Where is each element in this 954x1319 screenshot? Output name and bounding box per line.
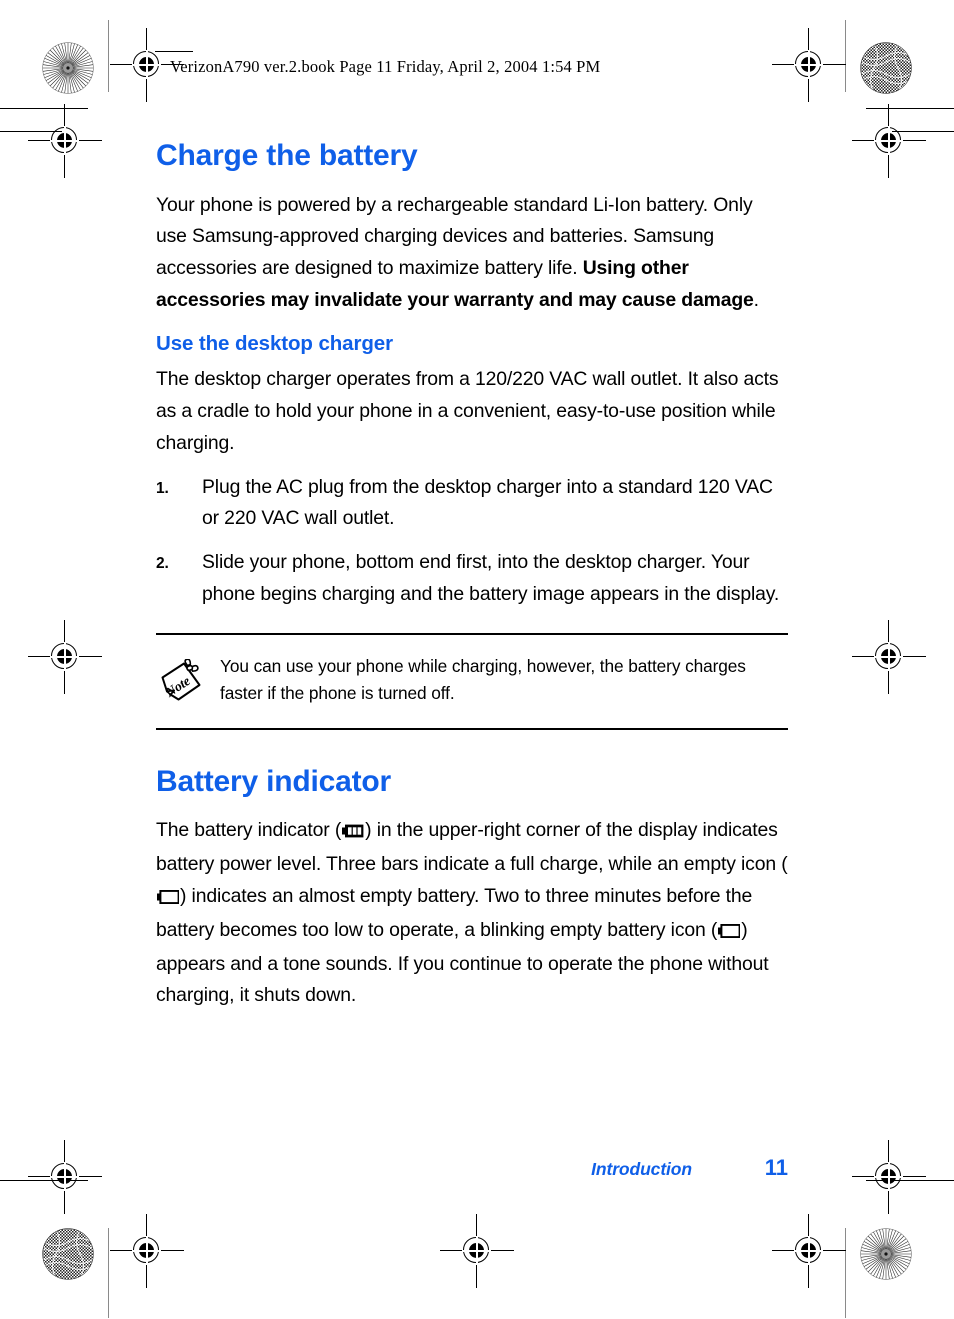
book-header-text: VerizonA790 ver.2.book Page 11 Friday, A…: [170, 57, 601, 76]
trim-line: [0, 108, 88, 110]
page-title: Charge the battery: [156, 139, 418, 172]
registration-target-icon: [28, 104, 102, 178]
color-rosette-icon: [860, 1228, 912, 1280]
procedure-steps: 1. Plug the AC plug from the desktop cha…: [156, 472, 788, 611]
registration-target-icon: [852, 1140, 926, 1214]
note-callout: Note You can use your phone while chargi…: [156, 632, 788, 730]
registration-target-icon: [28, 1140, 102, 1214]
section-heading-desktop-charger: Use the desktop charger: [156, 331, 393, 355]
footer-page-number: 11: [764, 1155, 788, 1180]
intro-paragraph: Your phone is powered by a rechargeable …: [156, 190, 788, 317]
step-text: Slide your phone, bottom end first, into…: [202, 551, 780, 606]
trim-line: [0, 1180, 88, 1182]
trim-line: [845, 20, 846, 92]
battery-empty-icon: [718, 917, 741, 949]
trim-line: [108, 1228, 109, 1318]
trim-line: [0, 131, 62, 133]
header-rule: [155, 51, 193, 53]
trim-line: [866, 1180, 954, 1182]
registration-target-icon: [772, 28, 846, 102]
registration-target-icon: [772, 1214, 846, 1288]
trim-line: [108, 20, 109, 92]
trim-line: [892, 131, 954, 133]
note-sticky-icon: Note: [156, 653, 212, 708]
step-text: Plug the AC plug from the desktop charge…: [202, 475, 773, 530]
registration-target-icon: [110, 1214, 184, 1288]
battery-full-icon: [342, 817, 364, 849]
registration-target-icon: [440, 1214, 514, 1288]
registration-target-icon: [852, 104, 926, 178]
step-number: 2.: [156, 555, 169, 573]
note-text: You can use your phone while charging, h…: [220, 655, 746, 704]
battery-text-part-1: The battery indicator (: [156, 819, 342, 842]
battery-empty-icon: [157, 883, 180, 915]
registration-target-icon: [110, 28, 184, 102]
section-heading-battery-indicator: Battery indicator: [156, 764, 391, 798]
color-rosette-icon: [860, 42, 912, 94]
registration-target-icon: [28, 620, 102, 694]
page-content: Charge the battery Your phone is powered…: [156, 140, 788, 1024]
list-item: 1. Plug the AC plug from the desktop cha…: [156, 472, 788, 536]
section-paragraph: The desktop charger operates from a 120/…: [156, 368, 779, 454]
registration-target-icon: [852, 620, 926, 694]
trim-line: [866, 108, 954, 110]
intro-tail: .: [753, 288, 759, 311]
color-rosette-icon: [42, 42, 94, 94]
step-number: 1.: [156, 479, 169, 497]
battery-text-part-3: ) indicates an almost empty battery. Two…: [156, 884, 753, 941]
footer-chapter-name: Introduction: [591, 1159, 692, 1179]
trim-line: [845, 1228, 846, 1318]
list-item: 2. Slide your phone, bottom end first, i…: [156, 547, 788, 611]
page-footer: Introduction 11: [156, 1155, 788, 1181]
color-rosette-icon: [42, 1228, 94, 1280]
battery-paragraph: The battery indicator ( ) in the upper-r…: [156, 815, 788, 1012]
